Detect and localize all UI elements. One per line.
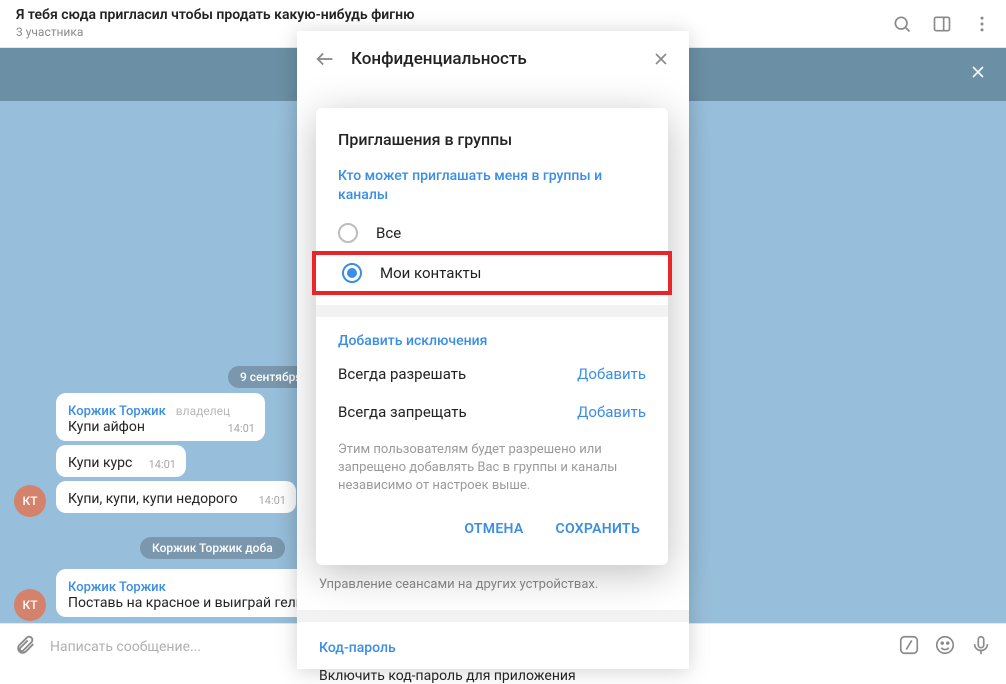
group-invites-dialog: Приглашения в группы Кто может приглашат… [316,108,668,565]
message-time: 14:01 [149,458,176,471]
sidepanel-icon[interactable] [930,12,954,36]
message-group: КТ Коржик Торжик владелец Купи айфон 14:… [14,393,284,517]
who-can-invite-title: Кто может приглашать меня в группы и кан… [316,163,668,215]
bot-command-icon[interactable] [898,634,920,660]
exceptions-note: Этим пользователям будет разрешено или з… [316,431,668,496]
highlight-box: Мои контакты [312,251,672,295]
passcode-section-title[interactable]: Код-пароль [297,610,689,662]
message-text: Купи курс [68,455,132,471]
radio-icon [342,263,362,283]
panel-header: Конфиденциальность [297,31,689,87]
always-deny-label: Всегда запрещать [338,403,467,421]
close-icon[interactable] [647,45,675,73]
always-allow-label: Всегда разрешать [338,365,466,383]
radio-my-contacts[interactable]: Мои контакты [342,259,642,287]
sessions-description: Управление сеансами на других устройства… [297,567,689,610]
avatar[interactable]: КТ [14,485,46,517]
search-icon[interactable] [890,12,914,36]
topbar-actions [890,12,994,36]
add-link[interactable]: Добавить [577,403,646,421]
cancel-button[interactable]: ОТМЕНА [452,513,535,545]
service-message: Коржик Торжик доба [140,537,285,559]
voice-icon[interactable] [970,634,992,660]
passcode-toggle-label[interactable]: Включить код-пароль для приложения [297,662,689,684]
radio-everybody[interactable]: Все [316,215,668,251]
message-text: Купи айфон [68,419,253,435]
more-icon[interactable] [970,12,994,36]
message-text: Купи, купи, купи недорого [68,491,238,507]
message-sender: Коржик Торжик [68,404,166,419]
message-bubble[interactable]: Коржик Торжик владелец Купи айфон 14:01 [56,393,265,441]
owner-tag: владелец [176,404,230,418]
dialog-title: Приглашения в группы [316,108,668,163]
message-group: КТ Коржик Торжик Поставь на красное и вы… [14,569,334,621]
emoji-icon[interactable] [934,634,956,660]
radio-label: Все [376,224,401,242]
add-link[interactable]: Добавить [577,365,646,383]
message-sender: Коржик Торжик [68,580,166,595]
radio-icon [338,223,358,243]
always-allow-row[interactable]: Всегда разрешать Добавить [316,355,668,393]
chat-title: Я тебя сюда пригласил чтобы продать каку… [16,7,890,25]
panel-title: Конфиденциальность [351,49,647,69]
message-bubble[interactable]: Купи курс 14:01 [56,445,186,477]
message-time: 14:01 [259,494,286,507]
dialog-actions: ОТМЕНА СОХРАНИТЬ [316,495,668,559]
exceptions-title: Добавить исключения [316,317,668,355]
dialog-separator [316,305,668,317]
always-deny-row[interactable]: Всегда запрещать Добавить [316,393,668,431]
avatar[interactable]: КТ [14,589,46,621]
back-icon[interactable] [311,45,339,73]
message-time: 14:01 [228,422,255,435]
radio-label: Мои контакты [380,264,481,282]
save-button[interactable]: СОХРАНИТЬ [544,513,652,545]
message-bubble[interactable]: Купи, купи, купи недорого 14:01 [56,481,296,513]
attach-icon[interactable] [14,634,36,660]
close-icon[interactable] [968,62,988,86]
